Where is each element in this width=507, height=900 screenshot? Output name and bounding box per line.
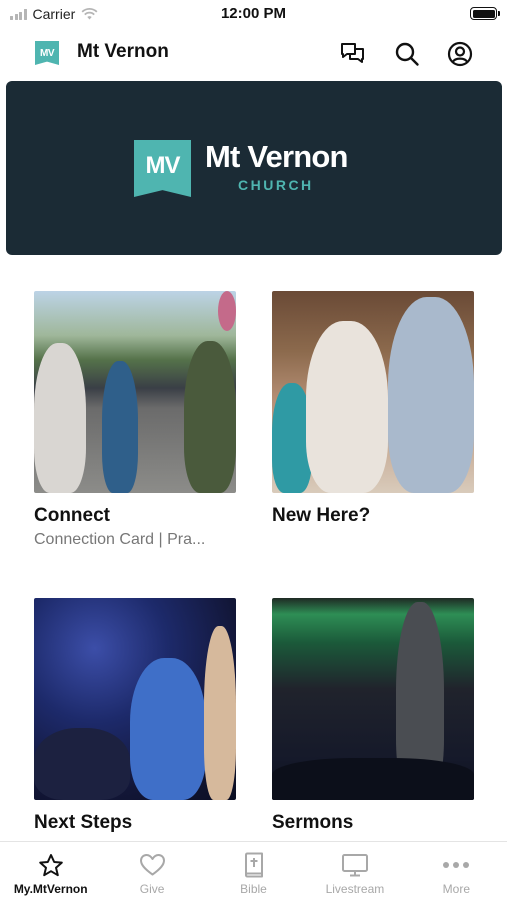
bible-icon — [240, 852, 268, 878]
app-logo: MV — [35, 41, 59, 65]
card-title: Sermons — [272, 812, 354, 833]
tab-give[interactable]: Give — [101, 842, 202, 900]
card-next-steps[interactable]: Next Steps — [34, 598, 236, 834]
search-icon[interactable] — [393, 40, 421, 68]
more-icon — [442, 852, 470, 878]
sermons-photo — [272, 598, 474, 800]
banner-church-subtitle: CHURCH — [238, 177, 314, 193]
tab-my-mtvernon[interactable]: My.MtVernon — [0, 842, 101, 900]
card-title: New Here? — [272, 505, 371, 526]
app-header: MV Mt Vernon — [0, 30, 507, 76]
status-bar: Carrier 12:00 PM — [0, 0, 507, 28]
card-new-here[interactable]: New Here? — [272, 291, 474, 531]
hero-banner[interactable]: MV Mt Vernon CHURCH — [6, 81, 502, 255]
card-subtitle: Connection Card | Pra... — [34, 531, 206, 548]
banner-church-name: Mt Vernon — [205, 139, 348, 174]
tab-label: Give — [139, 882, 165, 896]
tv-icon — [341, 852, 369, 878]
card-sermons[interactable]: Sermons — [272, 598, 474, 834]
app-title: Mt Vernon — [77, 41, 169, 62]
messages-icon[interactable] — [339, 40, 367, 68]
new-here-photo — [272, 291, 474, 493]
card-title: Next Steps — [34, 812, 133, 833]
church-logo-mark-text: MV — [145, 151, 181, 179]
status-time: 12:00 PM — [220, 5, 287, 22]
church-logo-mark: MV — [134, 140, 191, 197]
profile-icon[interactable] — [446, 40, 474, 68]
bottom-tab-bar: My.MtVernon Give Bible Livestream More — [0, 841, 507, 900]
connect-photo — [34, 291, 236, 493]
tab-livestream[interactable]: Livestream — [304, 842, 405, 900]
heart-icon — [138, 852, 166, 878]
tab-bible[interactable]: Bible — [203, 842, 304, 900]
tab-label: Livestream — [325, 882, 385, 896]
tab-label: My.MtVernon — [13, 882, 88, 896]
star-icon — [37, 852, 65, 878]
tab-label: More — [442, 882, 470, 896]
card-title: Connect — [34, 505, 110, 526]
next-steps-photo — [34, 598, 236, 800]
tab-label: Bible — [240, 882, 267, 896]
tab-more[interactable]: More — [406, 842, 507, 900]
battery-icon — [470, 7, 500, 20]
card-connect[interactable]: Connect Connection Card | Pra... — [34, 291, 236, 549]
